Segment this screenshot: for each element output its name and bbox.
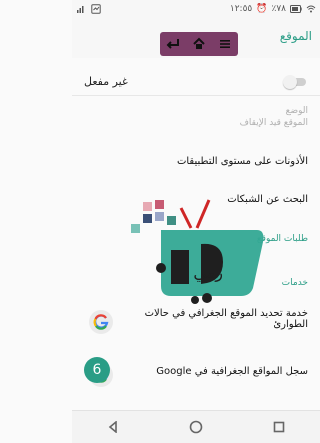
divider	[72, 95, 320, 96]
app-permissions-row[interactable]: الأذونات على مستوى التطبيقات	[84, 156, 308, 167]
google-icon	[88, 309, 114, 335]
watermark-logo: رمي	[131, 182, 271, 317]
location-toggle-row[interactable]: غير مفعل	[84, 68, 308, 94]
home-icon	[193, 37, 205, 49]
watermark-graphic: رمي	[131, 199, 264, 304]
app-bar: الموقع	[72, 18, 320, 59]
location-toggle[interactable]	[283, 75, 308, 89]
location-toggle-label: غير مفعل	[84, 74, 128, 88]
google-history-row[interactable]: سجل المواقع الجغرافية في Google	[124, 366, 308, 377]
mode-value: الموقع قيد الإيقاف	[239, 118, 308, 128]
watermark-text: رمي	[193, 263, 223, 283]
battery-icon	[290, 5, 302, 13]
nav-back-button[interactable]	[93, 413, 133, 441]
mode-title: الوضع	[285, 106, 308, 116]
back-icon	[109, 421, 118, 433]
nav-recents-button[interactable]	[259, 413, 299, 441]
menu-button[interactable]	[215, 34, 235, 54]
notification-icon	[91, 4, 101, 14]
toggle-knob	[283, 75, 297, 89]
home-circle-icon	[189, 420, 203, 434]
toolbar-overlay	[160, 32, 238, 56]
alarm-icon: ⏰	[256, 4, 268, 14]
back-arrow-button[interactable]	[163, 34, 183, 54]
status-time: ١٢:٥٥	[229, 4, 253, 14]
menu-icon	[220, 40, 230, 48]
step-number: 6	[92, 362, 102, 378]
signal-icon	[77, 6, 84, 13]
home-button[interactable]	[189, 34, 209, 54]
back-arrow-icon	[166, 39, 179, 49]
status-bar: ١٢:٥٥ ⏰ ٪٧٨	[72, 0, 320, 18]
step-badge: 6	[84, 357, 110, 383]
status-right	[76, 4, 101, 14]
google-history-label: سجل المواقع الجغرافية في Google	[156, 366, 308, 377]
battery-percent: ٪٧٨	[271, 4, 286, 14]
status-left: ١٢:٥٥ ⏰ ٪٧٨	[230, 4, 316, 14]
wifi-icon	[306, 5, 316, 13]
page-title: الموقع	[279, 29, 312, 43]
navigation-bar	[72, 410, 320, 443]
nav-home-button[interactable]	[176, 413, 216, 441]
recents-square-icon	[273, 421, 284, 433]
mode-row[interactable]: الوضع الموقع قيد الإيقاف	[84, 106, 308, 128]
